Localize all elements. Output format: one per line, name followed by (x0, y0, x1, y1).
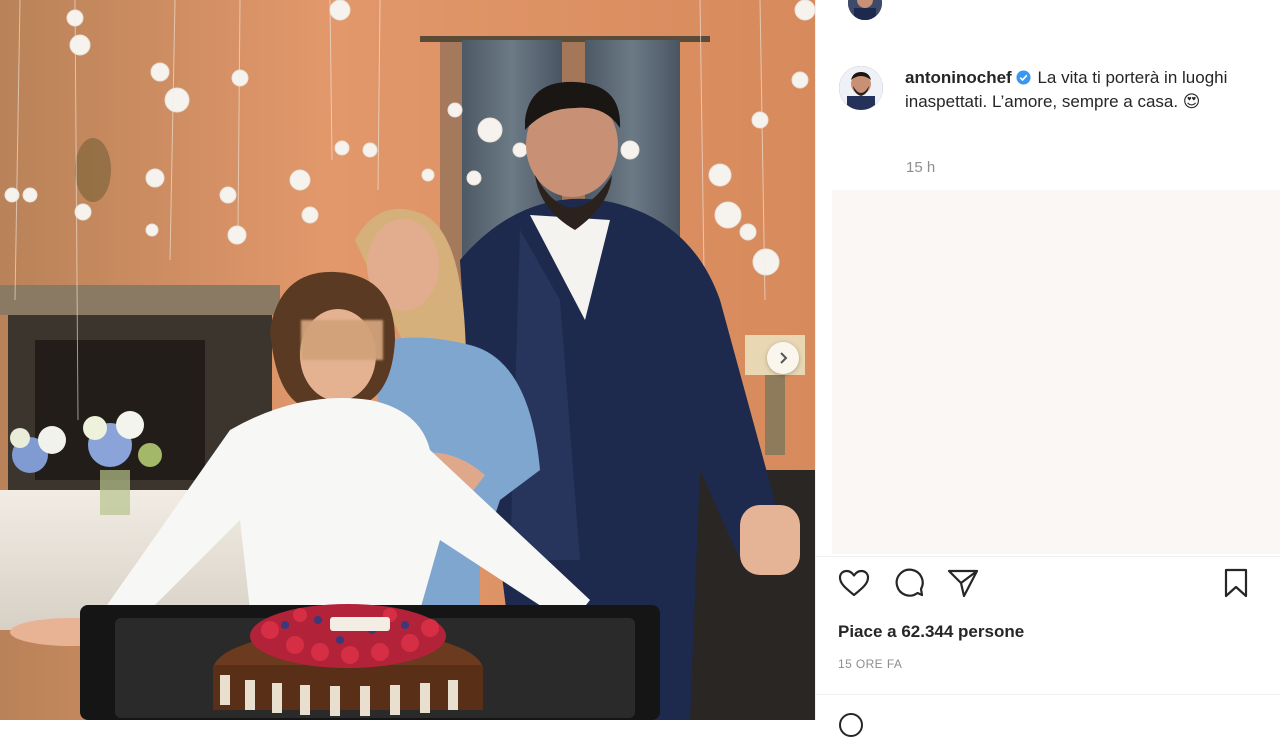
caption-avatar[interactable] (839, 66, 883, 110)
chevron-right-icon (780, 352, 788, 364)
post-caption: antoninochef La vita ti porterà in luogh… (905, 66, 1235, 114)
comment-icon (895, 568, 924, 597)
emoji-button[interactable] (838, 712, 864, 738)
heart-icon (838, 569, 870, 597)
face-blur (301, 320, 383, 360)
username-link[interactable]: antoninochef (905, 68, 1012, 87)
photo-illustration (0, 0, 815, 720)
post-timestamp[interactable]: 15 ORE FA (838, 657, 902, 671)
save-button[interactable] (1219, 566, 1253, 600)
post-photo[interactable] (0, 0, 815, 720)
smiley-icon (839, 713, 863, 737)
empty-comments-area (832, 190, 1280, 554)
carousel-next-button[interactable] (767, 342, 799, 374)
likes-count[interactable]: Piace a 62.344 persone (838, 622, 1024, 642)
like-button[interactable] (837, 566, 871, 600)
comment-button[interactable] (892, 566, 926, 600)
caption-timestamp[interactable]: 15 h (906, 159, 935, 176)
paper-plane-icon (947, 569, 979, 598)
bookmark-icon (1224, 568, 1248, 598)
share-button[interactable] (946, 566, 980, 600)
verified-badge-icon (1016, 70, 1031, 85)
divider (816, 556, 1280, 557)
user-avatar-image (839, 66, 883, 110)
divider (816, 694, 1280, 695)
